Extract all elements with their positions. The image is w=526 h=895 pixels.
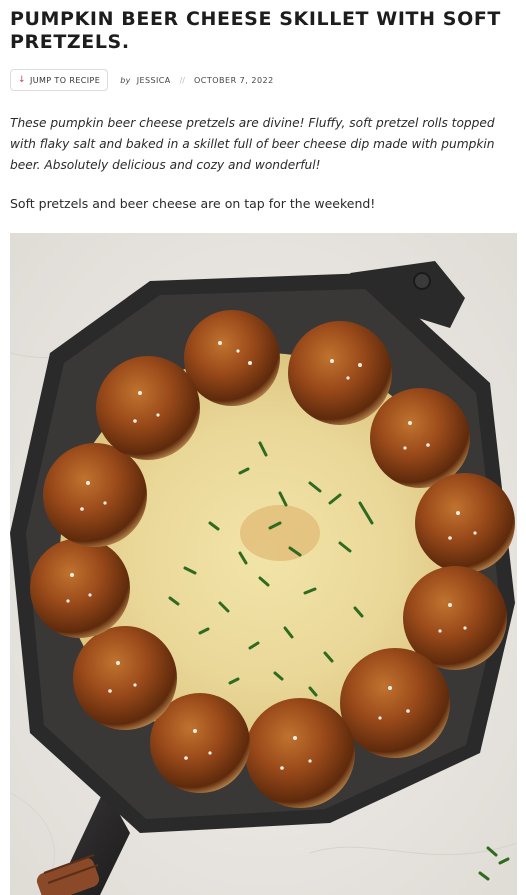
pretzel-roll [340, 648, 450, 758]
pretzel-roll [415, 473, 515, 573]
by-label: by [120, 75, 131, 85]
post-title: PUMPKIN BEER CHEESE SKILLET WITH SOFT PR… [10, 8, 501, 53]
pretzel-roll [245, 698, 355, 808]
intro-paragraph: These pumpkin beer cheese pretzels are d… [10, 116, 495, 172]
post-date: OCTOBER 7, 2022 [193, 75, 274, 85]
pretzel-roll [43, 443, 147, 547]
byline: by JESSICA [120, 76, 170, 85]
author-link[interactable]: JESSICA [137, 76, 171, 85]
arrow-down-icon: ↓ [18, 74, 26, 85]
body-paragraph: Soft pretzels and beer cheese are on tap… [10, 196, 376, 211]
pretzel-roll [288, 321, 392, 425]
post-meta: ↓ JUMP TO RECIPE by JESSICA // OCTOBER 7… [10, 68, 520, 92]
jump-to-recipe-button[interactable]: ↓ JUMP TO RECIPE [10, 69, 109, 91]
pretzel-roll [184, 310, 280, 406]
meta-separator: // [179, 75, 185, 85]
pretzel-roll [73, 626, 177, 730]
jump-to-recipe-label: JUMP TO RECIPE [29, 75, 101, 85]
pretzel-roll [30, 538, 130, 638]
pretzel-roll [370, 388, 470, 488]
hero-photo [10, 233, 517, 895]
pretzel-roll [96, 356, 200, 460]
